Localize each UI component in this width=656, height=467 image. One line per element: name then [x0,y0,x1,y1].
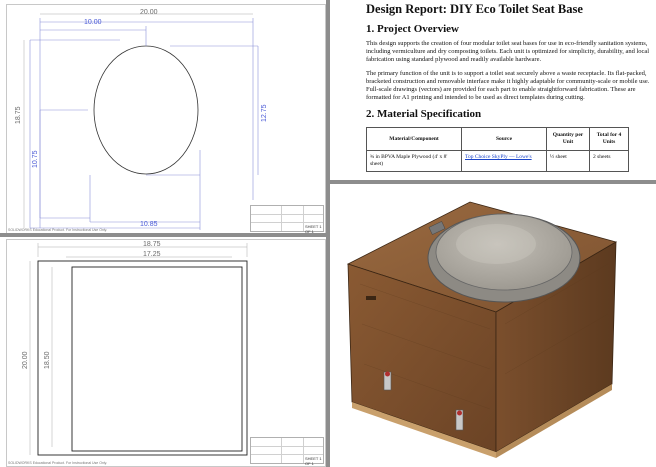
dim-lower-height: 10.75 [32,150,39,168]
dim-overall-height: 18.75 [15,106,22,124]
overview-paragraph-1: This design supports the creation of fou… [366,40,650,63]
material-table: Material/Component Source Quantity per U… [366,127,629,172]
dim-outer-height: 20.00 [22,351,29,369]
render-panel[interactable] [330,184,656,467]
latch-right [455,409,464,431]
drawing-sheet-top[interactable]: 20.00 10.00 18.75 12.75 10.75 10.85 SHEE… [0,0,326,233]
section-heading-overview: 1. Project Overview [366,23,459,35]
edu-watermark: SOLIDWORKS Educational Product. For Inst… [8,228,108,232]
overview-paragraph-2: The primary function of the unit is to s… [366,70,650,101]
source-link[interactable]: Top Choice SkyPly — Lowe's [465,154,532,160]
dim-overall-width: 20.00 [140,9,158,16]
table-cell-link: Top Choice SkyPly — Lowe's [461,150,547,172]
dim-inner-height: 18.50 [44,351,51,369]
seat-opening-outline [93,45,199,175]
inner-panel-outline [71,266,243,452]
oval-part-drawing: 20.00 10.00 18.75 12.75 10.75 10.85 [15,9,268,230]
table-cell: 2 sheets [589,150,629,172]
table-header-row: Material/Component Source Quantity per U… [366,127,629,151]
seat-lid-highlight [456,224,536,264]
dim-bottom-width: 10.85 [140,221,158,228]
edu-watermark: SOLIDWORKS Educational Product. For Inst… [8,461,108,465]
table-cell: ½ sheet [546,150,590,172]
col-header: Total for 4 Units [589,127,629,151]
design-report-panel[interactable]: Design Report: DIY Eco Toilet Seat Base … [330,0,656,180]
dim-oval-height: 12.75 [261,104,268,122]
dim-half-width: 10.00 [84,19,102,26]
report-title: Design Report: DIY Eco Toilet Seat Base [366,2,583,16]
title-block: SHEET 1 OF 1 [250,205,324,233]
col-header: Quantity per Unit [546,127,590,151]
title-block: SHEET 1 OF 1 [250,437,324,466]
col-header: Material/Component [366,127,462,151]
outer-panel-outline [37,260,248,456]
dim-inner-width: 17.25 [143,251,161,258]
toilet-base-render [346,201,618,458]
side-handle-slot [366,296,376,300]
dim-outer-width: 18.75 [143,241,161,248]
section-heading-materials: 2. Material Specification [366,108,482,120]
col-header: Source [461,127,547,151]
table-cell: ¾ in BPVA Maple Plywood (4' x 8' sheet) [366,150,462,172]
table-row: ¾ in BPVA Maple Plywood (4' x 8' sheet) … [366,150,629,172]
sheet-number: SHEET 1 OF 1 [305,224,322,233]
drawing-sheet-bottom[interactable]: 18.75 17.25 20.00 18.50 SHEET 1 OF 1 SOL… [0,237,326,467]
square-part-drawing: 18.75 17.25 20.00 18.50 [22,241,248,456]
sheet-number: SHEET 1 OF 1 [305,456,322,466]
latch-left [383,371,392,391]
